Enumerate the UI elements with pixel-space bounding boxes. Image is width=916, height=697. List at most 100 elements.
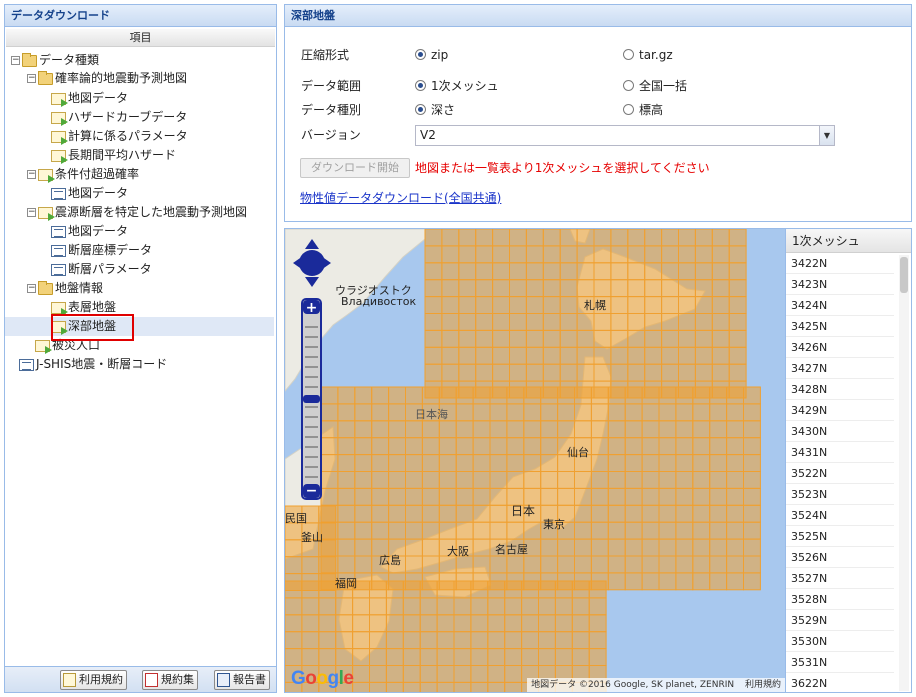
mesh-cell[interactable] — [728, 229, 747, 247]
mesh-cell[interactable] — [492, 229, 511, 247]
mesh-cell[interactable] — [542, 346, 561, 365]
mesh-cell[interactable] — [658, 521, 677, 540]
mesh-cell[interactable] — [675, 437, 694, 456]
mesh-cell[interactable] — [711, 346, 730, 365]
mesh-cell[interactable] — [337, 538, 356, 557]
mesh-cell[interactable] — [436, 681, 455, 693]
mesh-cell[interactable] — [489, 437, 508, 456]
mesh-list-item[interactable]: 3423N — [786, 274, 894, 295]
mesh-cell[interactable] — [458, 363, 477, 382]
mesh-cell[interactable] — [487, 580, 506, 599]
mesh-cell[interactable] — [371, 437, 390, 456]
mesh-cell[interactable] — [509, 229, 527, 247]
mesh-cell[interactable] — [371, 471, 390, 489]
mesh-cell[interactable] — [521, 597, 540, 616]
mesh-cell[interactable] — [590, 420, 609, 439]
mesh-cell[interactable] — [644, 363, 663, 382]
mesh-cell[interactable] — [538, 597, 556, 616]
mesh-cell[interactable] — [588, 580, 607, 599]
map-terms-link[interactable]: 利用規約 — [745, 680, 781, 690]
mesh-cell[interactable] — [337, 437, 356, 456]
mesh-cell[interactable] — [588, 648, 607, 667]
tree-node[interactable]: 深部地盤 — [5, 317, 274, 336]
mesh-cell[interactable] — [441, 363, 460, 382]
mesh-cell[interactable] — [354, 420, 373, 439]
mesh-cell[interactable] — [301, 556, 320, 575]
mesh-cell[interactable] — [388, 437, 406, 456]
mesh-cell[interactable] — [678, 279, 696, 298]
mesh-list-item[interactable]: 3426N — [786, 337, 894, 358]
mesh-cell[interactable] — [624, 437, 643, 456]
mesh-cell[interactable] — [559, 245, 578, 264]
mesh-cell[interactable] — [523, 521, 542, 540]
mesh-cell[interactable] — [540, 420, 559, 439]
version-select[interactable]: V2 ▼ — [415, 125, 835, 146]
tree-node[interactable]: ハザードカーブデータ — [51, 108, 187, 127]
mesh-cell[interactable] — [641, 521, 660, 540]
mesh-cell[interactable] — [728, 279, 747, 298]
mesh-list-item[interactable]: 3523N — [786, 484, 894, 505]
mesh-cell[interactable] — [385, 648, 404, 667]
mesh-cell[interactable] — [441, 262, 460, 281]
mesh-list-header[interactable]: 1次メッシュ — [786, 229, 911, 253]
mesh-cell[interactable] — [369, 648, 387, 667]
mesh-cell[interactable] — [576, 346, 595, 365]
mesh-cell[interactable] — [354, 538, 373, 557]
mesh-cell[interactable] — [352, 631, 370, 650]
mesh-cell[interactable] — [574, 487, 592, 506]
mesh-cell[interactable] — [388, 521, 406, 540]
mesh-cell[interactable] — [675, 420, 694, 439]
mesh-cell[interactable] — [472, 538, 491, 557]
mesh-cell[interactable] — [438, 487, 457, 506]
mesh-cell[interactable] — [285, 539, 303, 558]
mesh-cell[interactable] — [675, 504, 694, 523]
mesh-cell[interactable] — [523, 454, 542, 473]
mesh-cell[interactable] — [525, 346, 544, 365]
mesh-cell[interactable] — [385, 631, 404, 650]
mesh-list-item[interactable]: 3526N — [786, 547, 894, 568]
mesh-cell[interactable] — [388, 420, 406, 439]
mesh-cell[interactable] — [576, 245, 595, 264]
mesh-cell[interactable] — [593, 346, 612, 365]
mesh-cell[interactable] — [492, 363, 511, 382]
mesh-cell[interactable] — [472, 504, 491, 523]
mesh-cell[interactable] — [658, 471, 677, 489]
mesh-cell[interactable] — [438, 437, 457, 456]
tree-node[interactable]: 長期間平均ハザード — [51, 146, 176, 165]
mesh-cell[interactable] — [369, 631, 387, 650]
mesh-cell[interactable] — [405, 487, 423, 506]
mesh-cell[interactable] — [506, 454, 525, 473]
mesh-cell[interactable] — [540, 538, 559, 557]
mesh-cell[interactable] — [624, 471, 643, 489]
mesh-list-item[interactable]: 3422N — [786, 253, 894, 274]
mesh-cell[interactable] — [709, 471, 728, 489]
mesh-cell[interactable] — [436, 631, 455, 650]
mesh-cell[interactable] — [455, 487, 474, 506]
mesh-cell[interactable] — [436, 597, 455, 616]
mesh-cell[interactable] — [675, 471, 694, 489]
mesh-cell[interactable] — [354, 521, 373, 540]
mesh-cell[interactable] — [554, 631, 573, 650]
mesh-list-item[interactable]: 3525N — [786, 526, 894, 547]
mesh-cell[interactable] — [694, 313, 713, 331]
mesh-cell[interactable] — [455, 437, 474, 456]
mesh-cell[interactable] — [692, 403, 711, 422]
mesh-cell[interactable] — [424, 229, 443, 247]
mesh-cell[interactable] — [728, 346, 747, 365]
mesh-cell[interactable] — [369, 614, 387, 633]
mesh-cell[interactable] — [369, 681, 387, 693]
mesh-cell[interactable] — [538, 631, 556, 650]
mesh-cell[interactable] — [692, 420, 711, 439]
mesh-cell[interactable] — [607, 471, 626, 489]
mesh-cell[interactable] — [455, 454, 474, 473]
mesh-cell[interactable] — [743, 572, 761, 591]
mesh-cell[interactable] — [624, 504, 643, 523]
mesh-cell[interactable] — [624, 420, 643, 439]
scrollbar-thumb[interactable] — [900, 257, 908, 293]
mesh-cell[interactable] — [470, 631, 489, 650]
mesh-cell[interactable] — [521, 648, 540, 667]
collapse-toggle-icon[interactable]: − — [27, 170, 36, 179]
mesh-cell[interactable] — [453, 665, 472, 683]
mesh-cell[interactable] — [610, 346, 629, 365]
tree-node[interactable]: 地図データ — [51, 222, 128, 241]
